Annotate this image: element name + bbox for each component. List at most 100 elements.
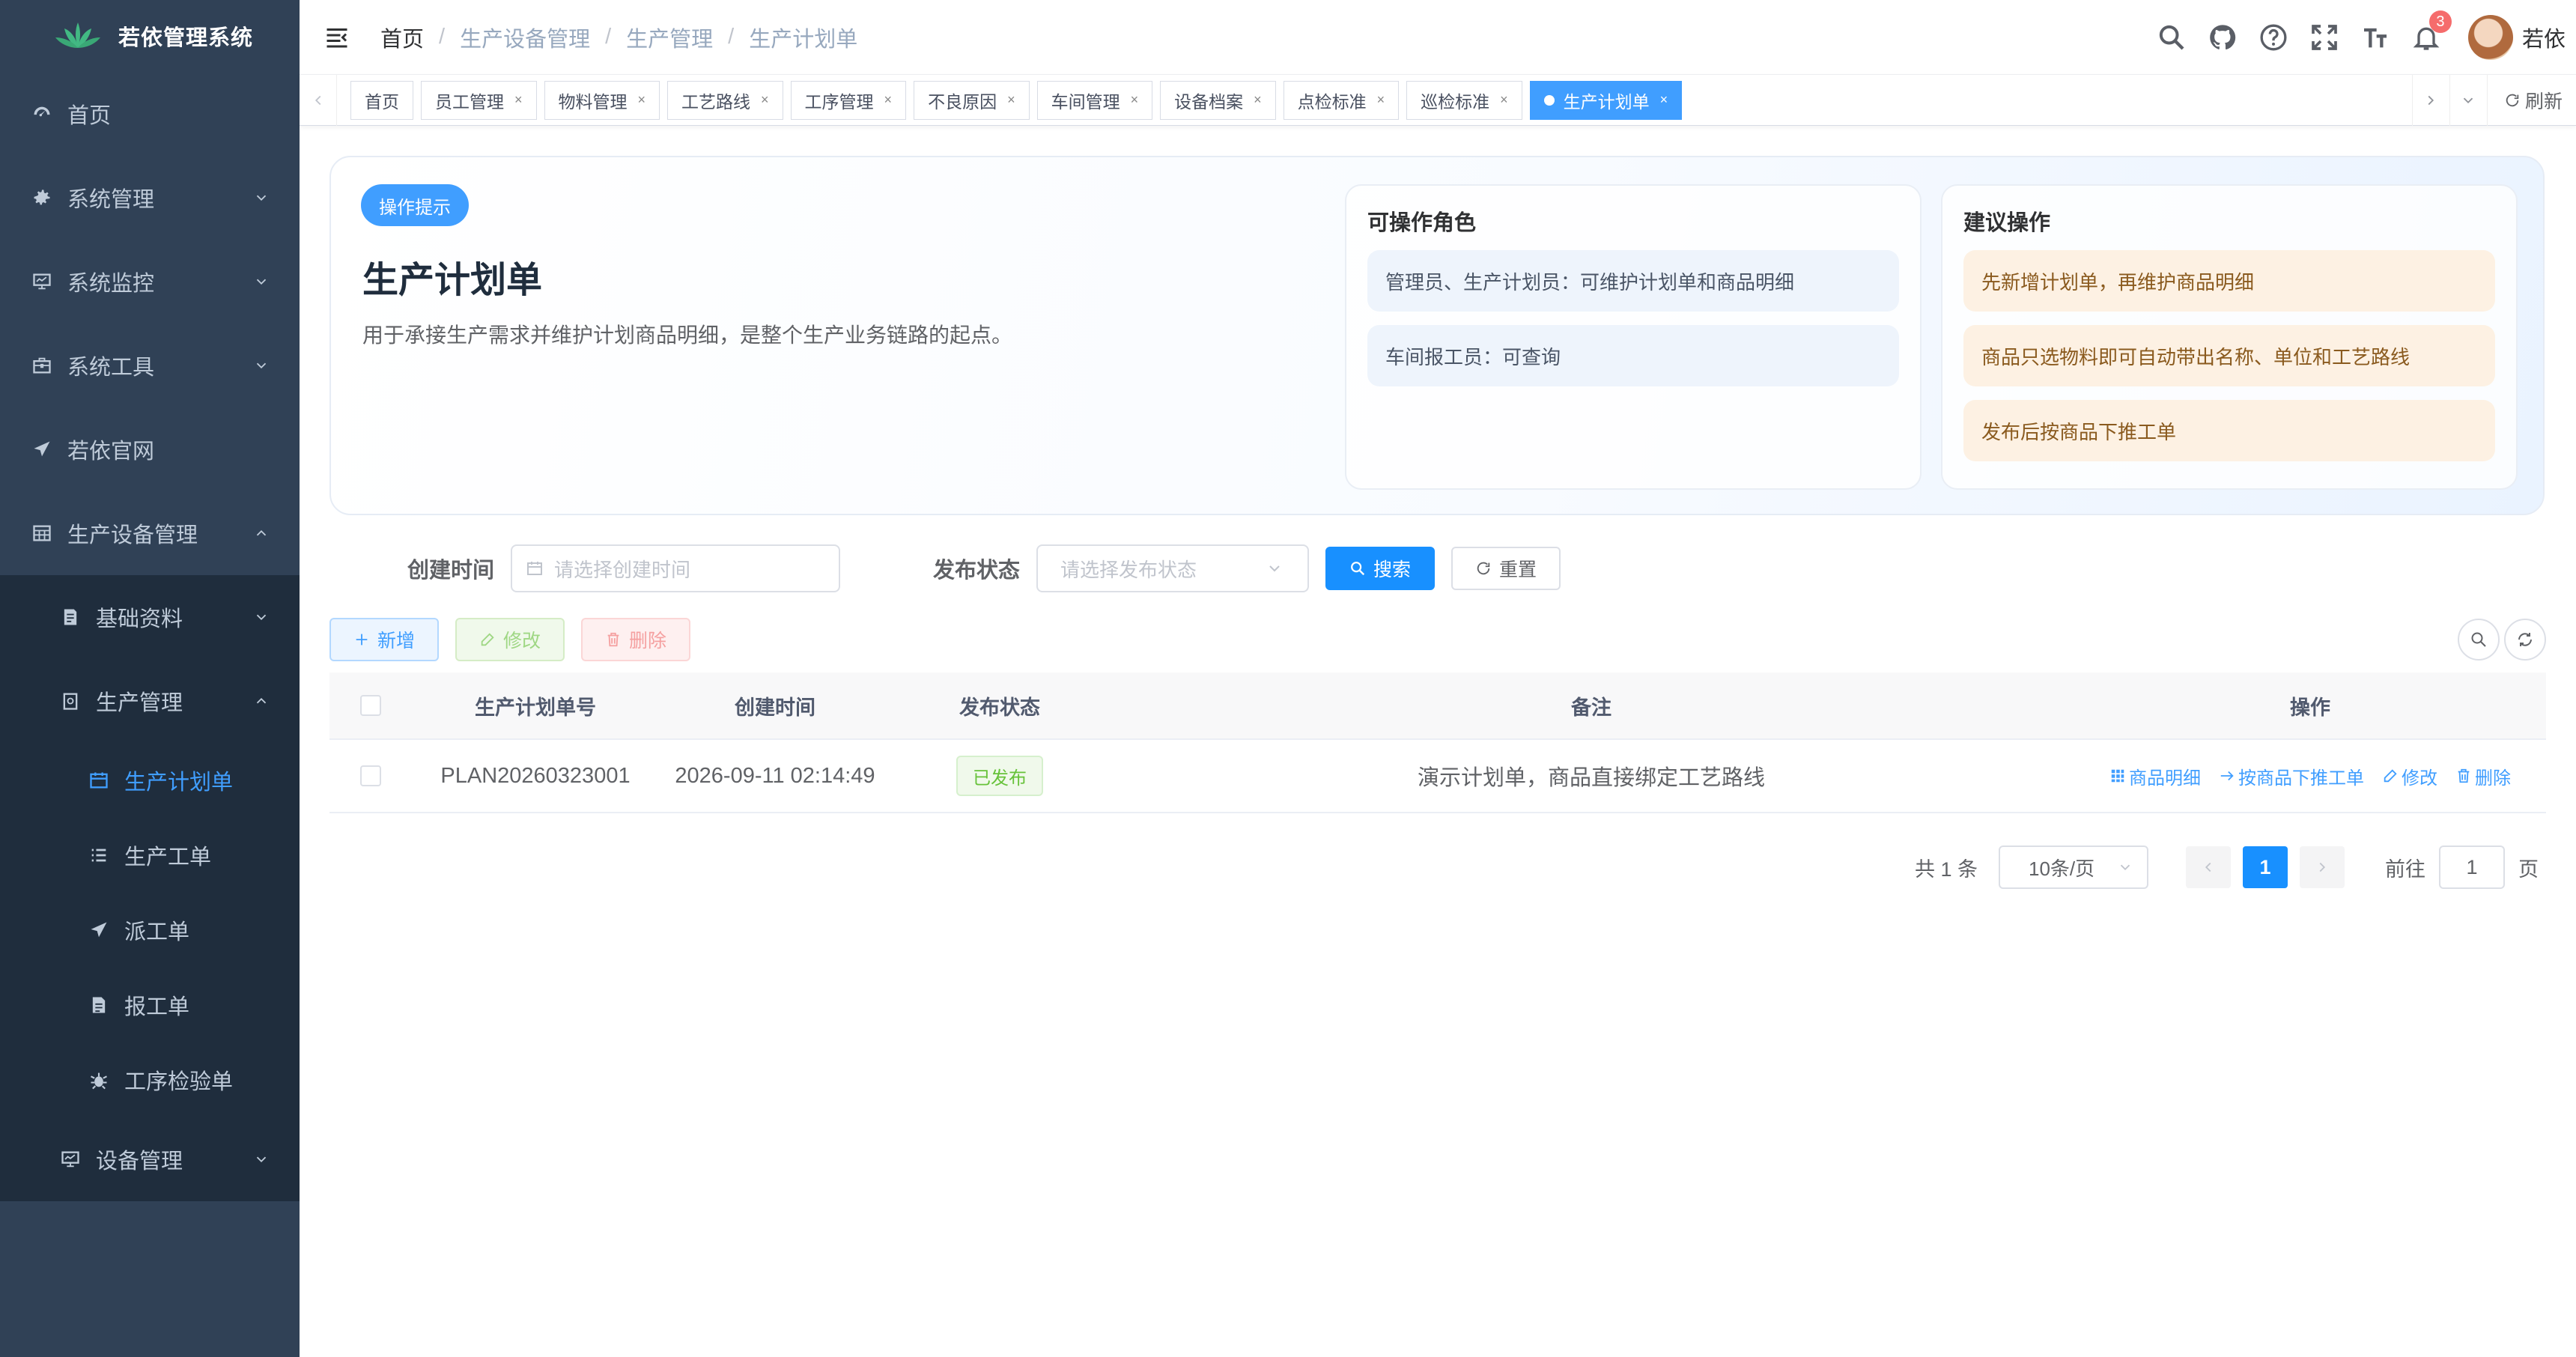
tag-label: 设备档案 [1174,91,1244,112]
tag-label: 员工管理 [435,91,504,112]
row-delete-link[interactable]: 删除 [2455,763,2511,789]
chevron-down-icon [1269,565,1280,572]
page-number-current[interactable]: 1 [2243,846,2288,888]
tag-item[interactable]: 车间管理 × [1036,80,1153,120]
sidebar-item-work-order[interactable]: 生产工单 [0,818,300,893]
clipboard-icon [58,689,82,713]
search-button[interactable]: 搜索 [1325,547,1436,590]
chevron-down-icon [256,195,267,201]
close-icon[interactable]: × [1254,92,1262,108]
page-size-select[interactable]: 10条/页 [1999,846,2148,889]
github-icon[interactable] [2208,22,2238,52]
sidebar-item-production-equipment[interactable]: 生产设备管理 [0,491,300,575]
sidebar-item-website[interactable]: 若依官网 [0,407,300,491]
suggest-item: 商品只选物料即可自动带出名称、单位和工艺路线 [1963,325,2495,386]
tag-item[interactable]: 物料管理 × [544,80,660,120]
add-button[interactable]: 新增 [329,618,440,661]
created-time-label: 创建时间 [407,559,495,583]
close-icon[interactable]: × [884,92,893,108]
tag-label: 工艺路线 [681,91,751,112]
toggle-search-button[interactable] [2458,619,2500,661]
push-work-order-link[interactable]: 按商品下推工单 [2219,763,2364,789]
close-icon[interactable]: × [1500,92,1508,108]
scroll-left-button[interactable] [300,74,337,126]
reset-button[interactable]: 重置 [1451,547,1561,590]
tag-label: 车间管理 [1051,91,1120,112]
search-icon[interactable] [2157,22,2187,52]
edit-icon [2384,769,2397,783]
plan-number: PLAN20260323001 [440,763,631,788]
hamburger-menu-icon[interactable] [323,24,350,51]
sidebar-item-label: 生产设备管理 [67,523,198,547]
select-all-checkbox[interactable] [360,695,381,716]
sidebar-item-system[interactable]: 系统管理 [0,156,300,240]
close-icon[interactable]: × [638,92,646,108]
breadcrumb-item: 生产管理 [626,27,714,52]
font-size-icon[interactable] [2360,22,2390,52]
row-edit-link[interactable]: 修改 [2382,763,2437,789]
breadcrumb: 首页 / 生产设备管理 / 生产管理 / 生产计划单 [380,22,857,53]
help-icon[interactable] [2258,22,2288,52]
sidebar-item-dispatch-order[interactable]: 派工单 [0,893,300,968]
avatar[interactable] [2467,15,2513,60]
edit-button[interactable]: 修改 [455,618,565,661]
tag-item[interactable]: 员工管理 × [421,80,537,120]
row-checkbox[interactable] [360,765,381,786]
sidebar-item-production-management[interactable]: 生产管理 [0,659,300,743]
tags-dropdown-button[interactable] [2449,74,2487,126]
operation-tip-card: 操作提示 生产计划单 用于承接生产需求并维护计划商品明细，是整个生产业务链路的起… [329,156,2545,515]
chevron-down-icon [256,279,267,285]
close-icon[interactable]: × [1007,92,1015,108]
sidebar-logo[interactable]: 若依管理系统 [0,0,300,72]
sidebar-item-tools[interactable]: 系统工具 [0,324,300,407]
breadcrumb-item[interactable]: 首页 [380,22,424,53]
prev-page-button[interactable] [2186,846,2231,888]
sidebar-item-home[interactable]: 首页 [0,72,300,156]
close-icon[interactable]: × [1660,92,1668,108]
refresh-label: 刷新 [2524,91,2563,112]
sidebar-item-monitor[interactable]: 系统监控 [0,240,300,324]
close-icon[interactable]: × [1131,92,1139,108]
sidebar-item-label: 生产管理 [96,691,183,715]
page-suffix: 页 [2518,857,2539,881]
close-icon[interactable]: × [761,92,769,108]
arrow-right-icon [2220,771,2234,781]
tag-active[interactable]: 生产计划单 × [1529,80,1683,120]
tag-item[interactable]: 设备档案 × [1160,80,1276,120]
edit-icon [481,633,494,646]
delete-button[interactable]: 删除 [581,618,691,661]
tag-item[interactable]: 工艺路线 × [667,80,783,120]
scroll-right-button[interactable] [2411,74,2449,126]
sidebar-item-production-plan[interactable]: 生产计划单 [0,743,300,818]
monitor-icon [58,1147,82,1171]
bell-icon[interactable]: 3 [2411,10,2452,52]
suggest-item: 发布后按商品下推工单 [1963,400,2495,461]
publish-status-select[interactable]: 请选择发布状态 [1036,544,1310,592]
close-icon[interactable]: × [514,92,523,108]
sidebar-item-report-order[interactable]: 报工单 [0,968,300,1042]
tag-item[interactable]: 不良原因 × [914,80,1030,120]
created-time-picker[interactable]: 请选择创建时间 [511,544,841,592]
publish-status-placeholder: 请选择发布状态 [1060,558,1197,581]
refresh-table-button[interactable] [2504,619,2546,661]
sidebar-item-device-management[interactable]: 设备管理 [0,1117,300,1201]
chevron-up-icon [256,697,267,704]
product-detail-link[interactable]: 商品明细 [2109,763,2201,789]
chevron-right-icon [2319,862,2326,872]
tag-home[interactable]: 首页 [350,80,413,120]
sidebar-item-process-inspection[interactable]: 工序检验单 [0,1042,300,1117]
refresh-button[interactable]: 刷新 [2486,74,2576,126]
navbar-right: 3 若依 [2136,0,2566,75]
username[interactable]: 若依 [2522,22,2566,53]
close-icon[interactable]: × [1377,92,1385,108]
tag-item[interactable]: 工序管理 × [790,80,907,120]
tag-item[interactable]: 点检标准 × [1283,80,1400,120]
next-page-button[interactable] [2300,846,2345,888]
tag-item[interactable]: 巡检标准 × [1406,80,1522,120]
search-icon [1351,562,1365,576]
goto-page-input[interactable]: 1 [2439,846,2505,889]
sidebar-item-basic-data[interactable]: 基础资料 [0,575,300,659]
grid-icon [2111,769,2124,783]
table-row[interactable]: PLAN20260323001 2026-09-11 02:14:49 已发布 … [329,740,2546,813]
fullscreen-icon[interactable] [2309,22,2339,52]
